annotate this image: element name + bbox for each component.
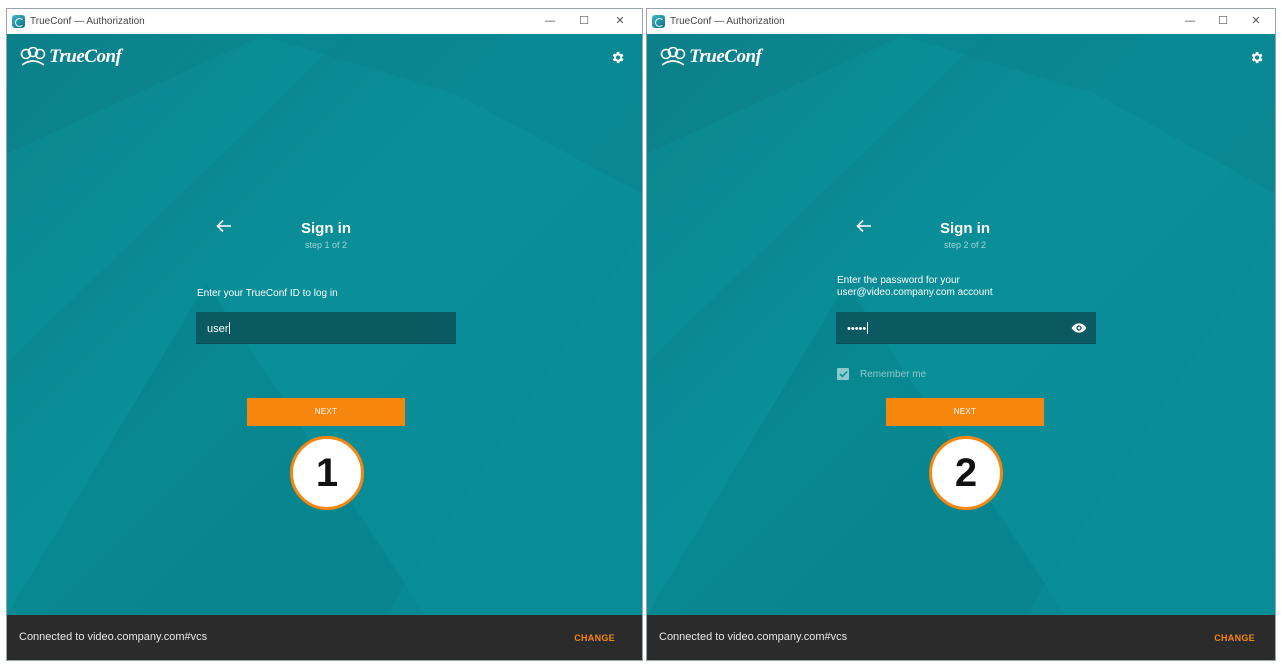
trueconf-app-icon: [12, 15, 25, 28]
trueconf-logo: TrueConf: [20, 45, 122, 69]
gear-icon[interactable]: [610, 50, 625, 65]
remember-me-label: Remember me: [860, 368, 927, 380]
app-content: TrueConf Sign in step 2 of 2 Enter the p…: [647, 34, 1275, 615]
trueconf-app-icon: [652, 15, 665, 28]
input-value: user: [207, 323, 229, 335]
remember-me-checkbox[interactable]: [837, 368, 849, 380]
sign-in-heading: Sign in: [301, 220, 351, 237]
screenshot-stage: TrueConf — Authorization — ☐ ✕ TrueConf …: [0, 0, 1282, 668]
connection-footer: Connected to video.company.com#vcs CHANG…: [647, 615, 1275, 660]
trueconf-logo: TrueConf: [660, 45, 762, 69]
change-server-button[interactable]: CHANGE: [574, 633, 615, 643]
password-input[interactable]: •••••: [836, 312, 1096, 344]
next-button[interactable]: NEXT: [886, 398, 1044, 426]
eye-icon[interactable]: [1071, 321, 1087, 335]
window-title: TrueConf — Authorization: [30, 16, 145, 27]
masked-password: •••••: [847, 323, 867, 335]
gear-icon[interactable]: [1249, 50, 1264, 65]
logo-text: TrueConf: [689, 46, 762, 67]
authorization-window-step1: TrueConf — Authorization — ☐ ✕ TrueConf …: [6, 8, 643, 661]
checkmark-icon: [838, 370, 848, 378]
sign-in-heading: Sign in: [940, 220, 990, 237]
prompt-line: Enter your TrueConf ID to log in: [197, 288, 338, 299]
connection-footer: Connected to video.company.com#vcs CHANG…: [7, 615, 642, 660]
step-number-badge: 2: [929, 436, 1003, 510]
prompt-line: Enter the password for your: [837, 275, 960, 286]
trueconf-id-input[interactable]: user: [196, 312, 456, 344]
minimize-button[interactable]: —: [537, 12, 563, 30]
title-bar[interactable]: TrueConf — Authorization — ☐ ✕: [7, 9, 642, 34]
step-number-badge: 1: [290, 436, 364, 510]
app-content: TrueConf Sign in step 1 of 2 Enter your …: [7, 34, 642, 615]
back-arrow-icon[interactable]: [856, 219, 872, 233]
text-caret: [229, 322, 231, 334]
title-bar[interactable]: TrueConf — Authorization — ☐ ✕: [647, 9, 1275, 34]
maximize-button[interactable]: ☐: [1210, 12, 1236, 30]
maximize-button[interactable]: ☐: [571, 12, 597, 30]
password-prompt: Enter the password for your user@video.c…: [837, 275, 1037, 299]
connection-status: Connected to video.company.com#vcs: [19, 631, 208, 643]
connection-status: Connected to video.company.com#vcs: [659, 631, 848, 643]
back-arrow-icon[interactable]: [216, 219, 232, 233]
step-indicator: step 1 of 2: [304, 240, 348, 250]
next-button[interactable]: NEXT: [247, 398, 405, 426]
trueconf-logo-icon: [20, 47, 46, 66]
step-indicator: step 2 of 2: [943, 240, 987, 250]
minimize-button[interactable]: —: [1177, 12, 1203, 30]
close-button[interactable]: ✕: [607, 12, 633, 30]
remember-me-option[interactable]: Remember me: [837, 368, 926, 380]
trueconf-logo-icon: [660, 47, 686, 66]
change-server-button[interactable]: CHANGE: [1214, 633, 1255, 643]
prompt-line: user@video.company.com account: [837, 287, 993, 298]
text-caret: [867, 322, 869, 334]
authorization-window-step2: TrueConf — Authorization — ☐ ✕ TrueConf …: [646, 8, 1276, 661]
login-prompt: Enter your TrueConf ID to log in: [197, 288, 338, 300]
logo-text: TrueConf: [49, 46, 122, 67]
close-button[interactable]: ✕: [1243, 12, 1269, 30]
window-title: TrueConf — Authorization: [670, 16, 785, 27]
